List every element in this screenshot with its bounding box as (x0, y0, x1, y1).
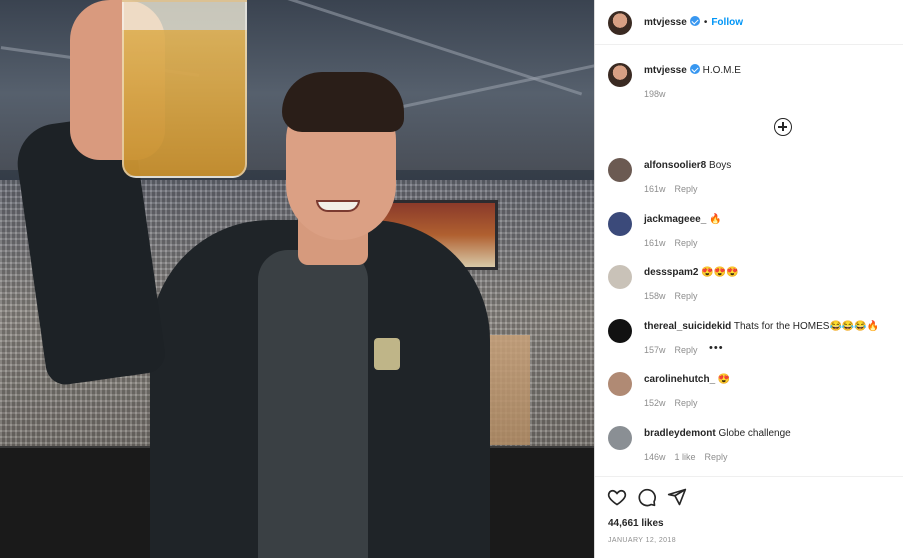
comment: carolinehutch_ 😍 (644, 374, 730, 385)
comment-timestamp[interactable]: 152w (644, 398, 666, 408)
reply-button[interactable]: Reply (675, 345, 698, 355)
jacket-patch (374, 338, 400, 370)
comment: alfonsoolier8 Boys (644, 160, 731, 171)
post-actions: 44,661 likes JANUARY 12, 2018 (595, 476, 903, 558)
comment: dessspam2 😍😍😍 (644, 267, 739, 278)
commenter-avatar[interactable] (608, 212, 632, 236)
verified-badge-icon (689, 16, 700, 26)
commenter-avatar[interactable] (608, 426, 632, 450)
commenter-avatar[interactable] (608, 265, 632, 289)
person-hair (282, 72, 404, 132)
comment-timestamp[interactable]: 161w (644, 238, 666, 248)
comment-meta: 152w Reply (644, 398, 707, 408)
comment-meta: 161w Reply (644, 184, 707, 194)
author-line: mtvjesse • Follow (644, 16, 743, 28)
comment-meta: 158w Reply (644, 291, 707, 301)
person-smile (316, 200, 360, 212)
comment-icon[interactable] (637, 487, 657, 507)
paper-plane-icon[interactable] (667, 487, 687, 507)
comment-username[interactable]: carolinehutch_ (644, 374, 715, 385)
caption-timestamp[interactable]: 198w (644, 89, 666, 99)
comment-meta: 161w Reply (644, 238, 707, 248)
post-photo[interactable] (0, 0, 594, 558)
commenter-avatar[interactable] (608, 372, 632, 396)
comment: jackmageee_ 🔥 (644, 214, 722, 225)
reply-button[interactable]: Reply (675, 238, 698, 248)
caption: mtvjesse H.O.M.E (644, 64, 741, 76)
comment-username[interactable]: jackmageee_ (644, 214, 706, 225)
comment-timestamp[interactable]: 161w (644, 184, 666, 194)
post-header: mtvjesse • Follow (595, 0, 903, 45)
comment-text: 🔥 (709, 214, 722, 225)
commenter-avatar[interactable] (608, 158, 632, 182)
post-date: JANUARY 12, 2018 (608, 537, 677, 544)
comment-timestamp[interactable]: 157w (644, 345, 666, 355)
reply-button[interactable]: Reply (675, 184, 698, 194)
separator-dot: • (703, 17, 708, 28)
comment: bradleydemont Globe challenge (644, 428, 791, 439)
comment: thereal_suicidekid Thats for the HOMES😂😂… (644, 321, 879, 332)
comment-timestamp[interactable]: 158w (644, 291, 666, 301)
reply-button[interactable]: Reply (705, 452, 728, 462)
comment-meta: 146w 1 like Reply (644, 452, 737, 462)
comment-username[interactable]: alfonsoolier8 (644, 160, 706, 171)
post-side-panel: mtvjesse • Follow mtvjesse H.O.M.E 198w al… (594, 0, 903, 558)
comment-text: Boys (709, 160, 732, 171)
heart-icon[interactable] (607, 487, 627, 507)
comment-likes[interactable]: 1 like (675, 452, 696, 462)
beer-cup (122, 0, 247, 178)
plus-circle-icon[interactable] (774, 118, 792, 136)
comment-username[interactable]: bradleydemont (644, 428, 716, 439)
caption-username[interactable]: mtvjesse (644, 65, 687, 76)
comment-text: 😍😍😍 (701, 267, 739, 278)
caption-time: 198w (644, 89, 675, 99)
commenter-avatar[interactable] (608, 319, 632, 343)
comment-text: Thats for the HOMES😂😂😂🔥 (733, 321, 880, 332)
comment-username[interactable]: thereal_suicidekid (644, 321, 731, 332)
person-shirt (258, 250, 368, 558)
comment-options-button[interactable]: ••• (709, 342, 724, 354)
follow-button[interactable]: Follow (711, 17, 743, 28)
caption-text: H.O.M.E (702, 65, 741, 76)
comment-timestamp[interactable]: 146w (644, 452, 666, 462)
verified-badge-icon (689, 64, 700, 74)
reply-button[interactable]: Reply (675, 291, 698, 301)
comment-text: Globe challenge (718, 428, 791, 439)
author-avatar[interactable] (608, 11, 632, 35)
comment-meta: 157w Reply (644, 345, 707, 355)
caption-avatar[interactable] (608, 63, 632, 87)
author-username[interactable]: mtvjesse (644, 17, 687, 28)
comment-text: 😍 (717, 374, 731, 385)
likes-count[interactable]: 44,661 likes (608, 518, 664, 529)
comment-username[interactable]: dessspam2 (644, 267, 698, 278)
reply-button[interactable]: Reply (675, 398, 698, 408)
